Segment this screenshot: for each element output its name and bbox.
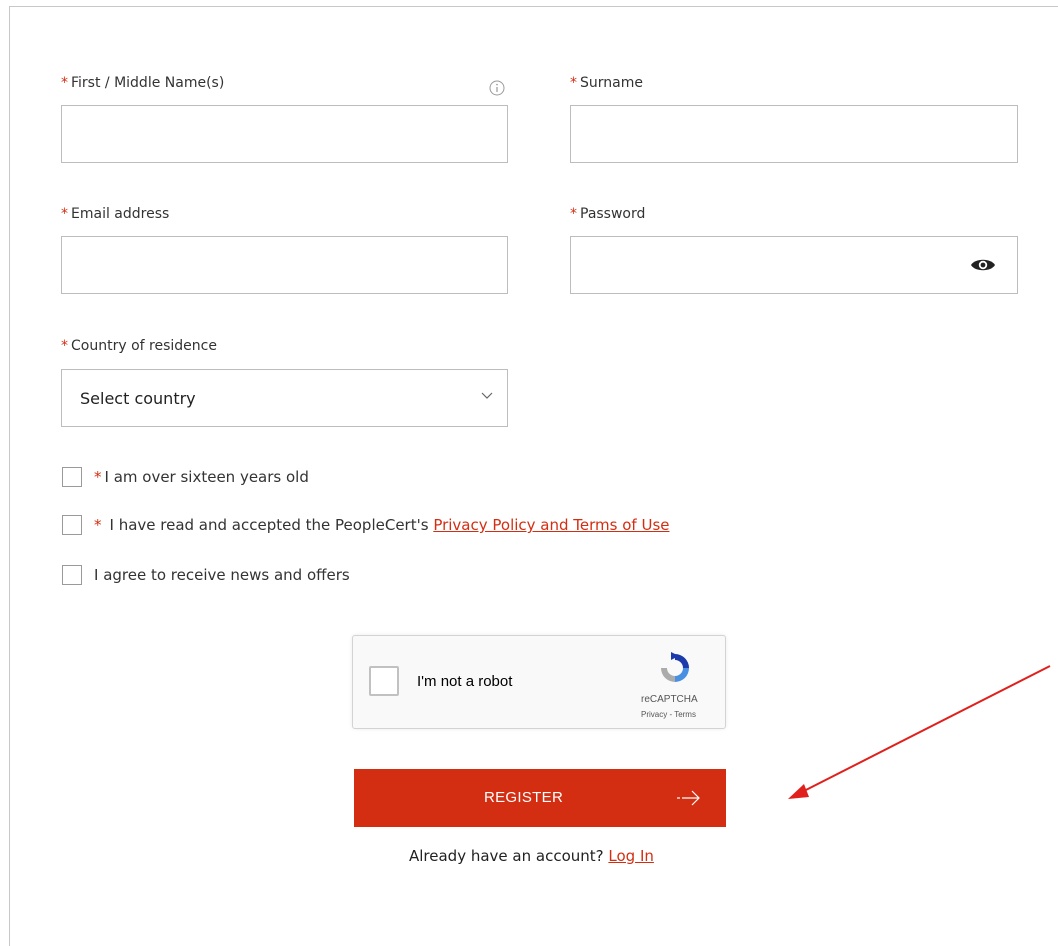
required-mark: * [94, 516, 102, 534]
terms-checkbox[interactable] [62, 515, 82, 535]
recaptcha-label: I'm not a robot [417, 673, 513, 690]
recaptcha-widget: I'm not a robot reCAPTCHA Privacy - Term… [352, 635, 726, 729]
terms-checkbox-row: * I have read and accepted the PeopleCer… [62, 515, 669, 535]
info-icon[interactable] [489, 80, 505, 96]
password-label: * Password [570, 206, 645, 222]
chevron-down-icon [481, 392, 493, 399]
password-label-text: Password [580, 206, 646, 222]
required-mark: * [61, 338, 68, 354]
recaptcha-privacy-terms[interactable]: Privacy - Terms [641, 710, 696, 719]
register-button-label: REGISTER [484, 789, 564, 806]
country-label-text: Country of residence [71, 338, 217, 354]
news-checkbox[interactable] [62, 565, 82, 585]
age-checkbox[interactable] [62, 467, 82, 487]
email-input[interactable] [61, 236, 508, 294]
register-button[interactable]: REGISTER [354, 769, 726, 827]
recaptcha-checkbox[interactable] [369, 666, 399, 696]
required-mark: * [61, 75, 68, 91]
login-link[interactable]: Log In [608, 847, 654, 865]
country-select-value: Select country [80, 389, 196, 408]
privacy-terms-link[interactable]: Privacy Policy and Terms of Use [433, 516, 669, 534]
first-name-label-text: First / Middle Name(s) [71, 75, 225, 91]
arrow-right-icon [677, 790, 700, 806]
recaptcha-brand: reCAPTCHA [641, 694, 698, 705]
first-name-label: * First / Middle Name(s) [61, 75, 224, 91]
email-label: * Email address [61, 206, 169, 222]
country-select[interactable]: Select country [61, 369, 508, 427]
terms-checkbox-label: I have read and accepted the PeopleCert'… [109, 516, 434, 534]
news-checkbox-label: I agree to receive news and offers [94, 566, 350, 584]
login-prompt-text: Already have an account? [409, 847, 604, 865]
required-mark: * [94, 468, 102, 486]
required-mark: * [570, 75, 577, 91]
surname-input[interactable] [570, 105, 1018, 163]
eye-icon[interactable] [970, 256, 996, 274]
country-label: * Country of residence [61, 338, 217, 354]
password-input[interactable] [570, 236, 1018, 294]
surname-label: * Surname [570, 75, 643, 91]
surname-label-text: Surname [580, 75, 643, 91]
first-name-input[interactable] [61, 105, 508, 163]
recaptcha-logo-icon [661, 652, 689, 682]
email-label-text: Email address [71, 206, 170, 222]
login-prompt: Already have an account? Log In [409, 847, 654, 865]
news-checkbox-row: I agree to receive news and offers [62, 565, 350, 585]
required-mark: * [570, 206, 577, 222]
age-checkbox-label: I am over sixteen years old [104, 468, 309, 486]
age-checkbox-row: * I am over sixteen years old [62, 467, 309, 487]
required-mark: * [61, 206, 68, 222]
